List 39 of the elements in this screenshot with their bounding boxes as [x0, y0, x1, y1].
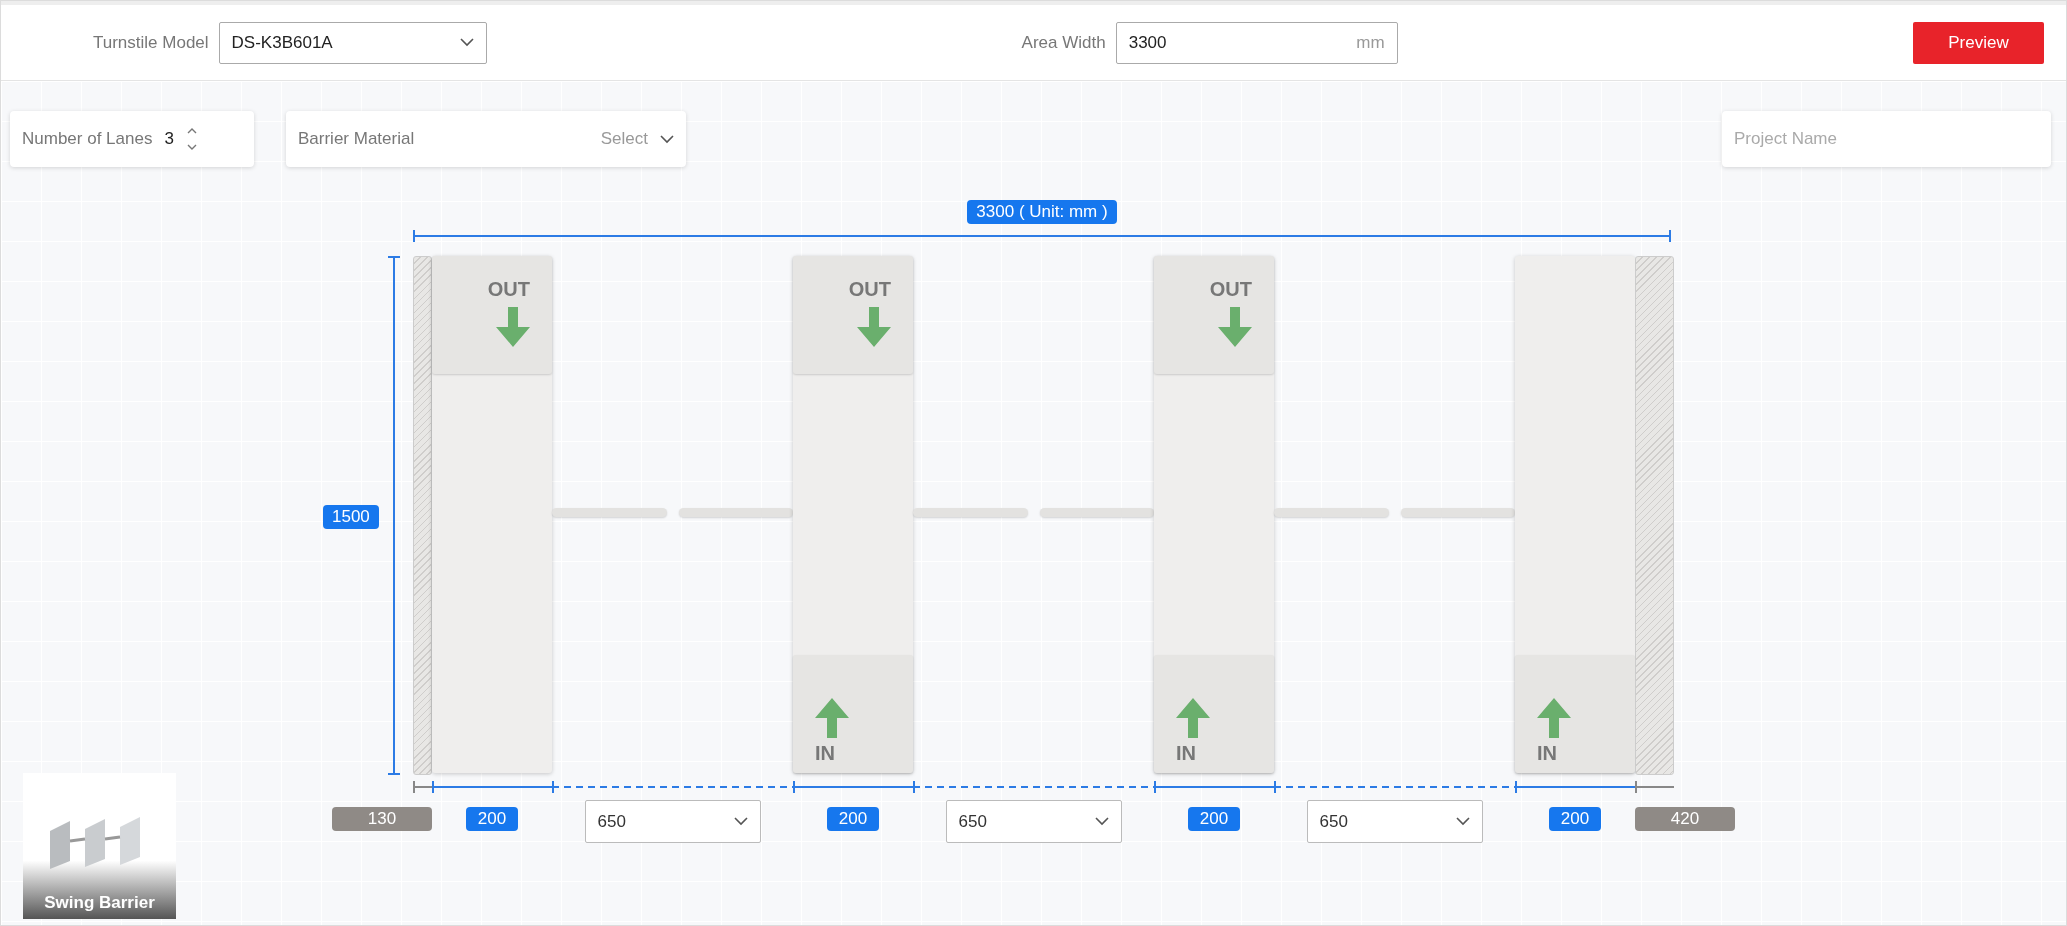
height-dimension-label: 1500	[323, 505, 379, 529]
stepper-arrows-icon	[185, 126, 198, 152]
entry-label: IN	[1176, 742, 1196, 765]
arrow-down-icon	[496, 307, 530, 347]
turnstile-model-select[interactable]: DS-K3B601A	[218, 21, 487, 64]
wall-width-label: 420	[1635, 807, 1735, 831]
chevron-down-icon	[660, 134, 674, 144]
lane-width-select[interactable]: 650	[945, 800, 1122, 843]
turnstile-model-label: Turnstile Model	[93, 32, 209, 53]
wall-width-label: 130	[332, 807, 432, 831]
arrow-down-icon	[857, 307, 891, 347]
exit-label: OUT	[1209, 278, 1252, 301]
preview-button[interactable]: Preview	[1913, 21, 2044, 64]
lanes-stepper[interactable]: Number of Lanes 3	[10, 111, 254, 167]
product-thumbnail[interactable]: Swing Barrier	[23, 773, 176, 919]
post-width-label: 200	[1187, 807, 1241, 831]
arrow-up-icon	[1176, 698, 1210, 738]
entry-label: IN	[1537, 742, 1557, 765]
area-width-label: Area Width	[1021, 32, 1106, 53]
lane-width-select[interactable]: 650	[584, 800, 761, 843]
barrier-material-select[interactable]: Barrier Material Select	[286, 111, 686, 167]
area-width-field[interactable]: 3300 mm	[1115, 21, 1398, 64]
arrow-up-icon	[815, 698, 849, 738]
thumbnail-caption: Swing Barrier	[44, 893, 155, 913]
width-dimension-label: 3300 ( Unit: mm )	[967, 200, 1117, 224]
arrow-up-icon	[1537, 698, 1571, 738]
exit-label: OUT	[487, 278, 530, 301]
post-width-label: 200	[465, 807, 519, 831]
chevron-down-icon	[1094, 817, 1109, 826]
lane-width-select[interactable]: 650	[1306, 800, 1483, 843]
chevron-down-icon	[733, 817, 748, 826]
chevron-down-icon	[1455, 817, 1470, 826]
arrow-down-icon	[1218, 307, 1252, 347]
entry-label: IN	[815, 742, 835, 765]
chevron-down-icon	[459, 38, 474, 47]
project-name-field[interactable]: Project Name	[1722, 111, 2051, 167]
post-width-label: 200	[1548, 807, 1602, 831]
exit-label: OUT	[848, 278, 891, 301]
post-width-label: 200	[826, 807, 880, 831]
